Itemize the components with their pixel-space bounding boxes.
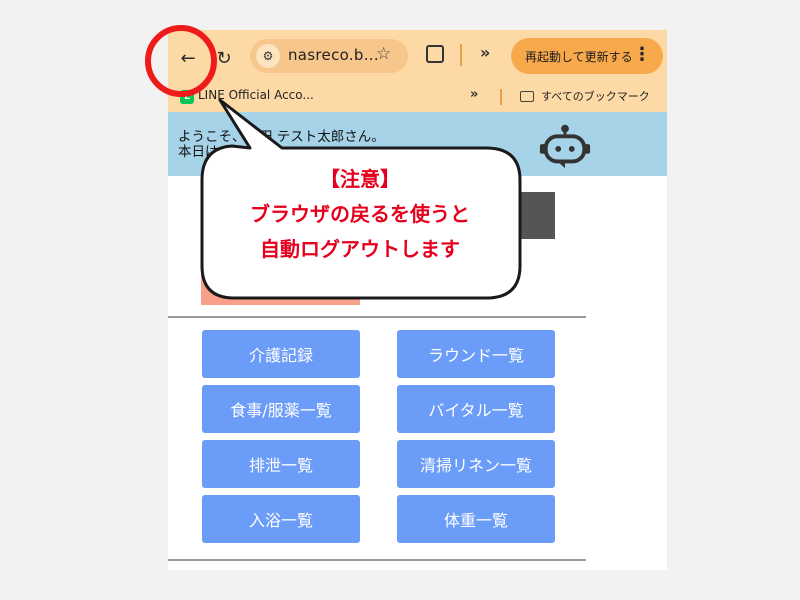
restart-label: 再起動して更新する: [525, 50, 633, 64]
menu-button-weight[interactable]: 体重一覧: [397, 495, 555, 543]
menu-button-cleaning-linen[interactable]: 清掃リネン一覧: [397, 440, 555, 488]
divider-top: [168, 316, 586, 318]
warning-message: 【注意】 ブラウザの戻るを使うと 自動ログアウトします: [202, 162, 518, 267]
puzzle-icon[interactable]: [426, 45, 444, 63]
warning-line-1: ブラウザの戻るを使うと: [250, 202, 470, 226]
menu-button-excretion[interactable]: 排泄一覧: [202, 440, 360, 488]
menu-button-round[interactable]: ラウンド一覧: [397, 330, 555, 378]
restart-update-button[interactable]: 再起動して更新する ⋮: [511, 38, 663, 74]
divider-bottom: [168, 559, 586, 561]
star-icon[interactable]: ☆: [376, 44, 391, 64]
toolbar-divider: [460, 44, 462, 66]
kebab-menu-icon[interactable]: ⋮: [633, 44, 651, 65]
chevron-right-icon[interactable]: »: [480, 43, 490, 62]
menu-button-meal-medication[interactable]: 食事/服薬一覧: [202, 385, 360, 433]
address-bar[interactable]: ⚙ nasreco.b... ☆: [250, 39, 408, 73]
warning-line-2: 自動ログアウトします: [260, 237, 460, 261]
menu-button-vital[interactable]: バイタル一覧: [397, 385, 555, 433]
robot-icon[interactable]: [538, 122, 592, 170]
menu-button-bathing[interactable]: 入浴一覧: [202, 495, 360, 543]
all-bookmarks-link[interactable]: すべてのブックマーク: [541, 88, 650, 104]
highlight-circle: [145, 25, 217, 97]
url-text: nasreco.b...: [288, 46, 379, 64]
menu-button-care-record[interactable]: 介護記録: [202, 330, 360, 378]
warning-title: 【注意】: [320, 167, 400, 191]
tune-icon[interactable]: ⚙: [256, 44, 280, 68]
